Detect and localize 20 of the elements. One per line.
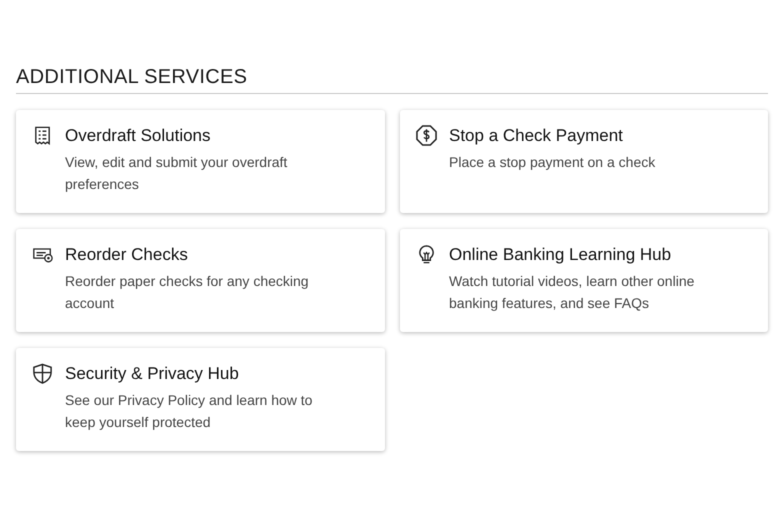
card-title: Reorder Checks: [65, 244, 189, 266]
dollar-icon: [416, 125, 437, 146]
card-title: Online Banking Learning Hub: [449, 244, 672, 266]
receipt-icon: [32, 125, 53, 146]
shield-icon: [32, 363, 53, 384]
card-title: Security & Privacy Hub: [65, 363, 240, 385]
service-card[interactable]: Online Banking Learning Hub Watch tutorial videos, learn other online banking features, and see FAQs: [400, 229, 768, 332]
service-card[interactable]: Overdraft Solutions View, edit and submit your overdraft preferences: [16, 110, 385, 213]
card-description: Place a stop payment on a check: [449, 153, 656, 172]
card-description: Reorder paper checks for any checking account: [65, 272, 310, 313]
service-card[interactable]: Stop a Check Payment Place a stop payment on a check: [400, 110, 768, 213]
card-description: See our Privacy Policy and learn how to keep yourself protected: [65, 391, 314, 432]
service-card[interactable]: Security & Privacy Hub See our Privacy Policy and learn how to keep yourself protected: [16, 348, 385, 451]
card-description: Watch tutorial videos, learn other online banking features, and see FAQs: [449, 272, 696, 313]
section-title: ADDITIONAL SERVICES: [16, 66, 768, 94]
card-description: View, edit and submit your overdraft preferences: [65, 153, 288, 194]
lightbulb-icon: [416, 244, 437, 265]
card-title: Overdraft Solutions: [65, 125, 212, 147]
card-title: Stop a Check Payment: [449, 125, 624, 147]
service-card[interactable]: Reorder Checks Reorder paper checks for any checking account: [16, 229, 385, 332]
